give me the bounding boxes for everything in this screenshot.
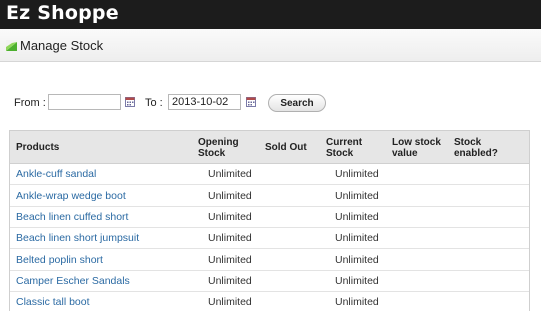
product-link[interactable]: Beach linen short jumpsuit — [16, 232, 139, 244]
product-link[interactable]: Classic tall boot — [16, 296, 90, 308]
table-row: Camper Escher Sandals Unlimited Unlimite… — [10, 270, 529, 292]
table-row: Classic tall boot Unlimited Unlimited — [10, 291, 529, 311]
col-enabled-line2: enabled? — [454, 148, 498, 159]
col-opening-line2: Stock — [198, 148, 226, 159]
current-stock-value: Unlimited — [335, 211, 379, 223]
table-row: Belted poplin short Unlimited Unlimited — [10, 249, 529, 271]
current-stock-value: Unlimited — [335, 190, 379, 202]
page-header: Manage Stock — [0, 29, 541, 62]
from-label: From : — [14, 97, 46, 109]
top-bar: Ez Shoppe — [0, 0, 541, 29]
table-row: Beach linen cuffed short Unlimited Unlim… — [10, 206, 529, 228]
product-link[interactable]: Beach linen cuffed short — [16, 211, 128, 223]
opening-stock-value: Unlimited — [208, 254, 252, 266]
col-low-line2: value — [392, 148, 418, 159]
opening-stock-value: Unlimited — [208, 190, 252, 202]
from-date-input[interactable] — [48, 94, 121, 110]
current-stock-value: Unlimited — [335, 275, 379, 287]
col-opening-line1: Opening — [198, 137, 239, 148]
current-stock-value: Unlimited — [335, 254, 379, 266]
opening-stock-value: Unlimited — [208, 296, 252, 308]
search-button[interactable]: Search — [268, 94, 326, 112]
col-stock-enabled: Stock enabled? — [454, 137, 498, 159]
col-low-line1: Low stock — [392, 137, 441, 148]
calendar-icon[interactable] — [125, 97, 135, 107]
current-stock-value: Unlimited — [335, 168, 379, 180]
col-current-line2: Stock — [326, 148, 354, 159]
product-link[interactable]: Camper Escher Sandals — [16, 275, 130, 287]
page-title: Manage Stock — [20, 38, 104, 53]
table-header: Products Opening Stock Sold Out Current … — [10, 131, 529, 164]
col-opening-stock: Opening Stock — [198, 137, 239, 159]
app-brand: Ez Shoppe — [6, 2, 119, 24]
col-low-stock-value: Low stock value — [392, 137, 441, 159]
stock-table: Products Opening Stock Sold Out Current … — [9, 130, 530, 311]
date-filter-form: From : To : Search — [14, 94, 534, 114]
product-link[interactable]: Ankle-cuff sandal — [16, 168, 96, 180]
product-link[interactable]: Ankle-wrap wedge boot — [16, 190, 126, 202]
col-current-stock: Current Stock — [326, 137, 362, 159]
col-sold-out: Sold Out — [265, 142, 307, 153]
product-link[interactable]: Belted poplin short — [16, 254, 103, 266]
col-enabled-line1: Stock — [454, 137, 482, 148]
col-products: Products — [16, 142, 60, 153]
col-current-line1: Current — [326, 137, 363, 148]
current-stock-value: Unlimited — [335, 296, 379, 308]
bar-chart-icon — [6, 40, 17, 51]
table-row: Ankle-cuff sandal Unlimited Unlimited — [10, 163, 529, 185]
to-date-input[interactable] — [168, 94, 241, 110]
opening-stock-value: Unlimited — [208, 211, 252, 223]
to-label: To : — [145, 97, 163, 109]
calendar-icon[interactable] — [246, 97, 256, 107]
opening-stock-value: Unlimited — [208, 275, 252, 287]
opening-stock-value: Unlimited — [208, 168, 252, 180]
current-stock-value: Unlimited — [335, 232, 379, 244]
opening-stock-value: Unlimited — [208, 232, 252, 244]
table-row: Ankle-wrap wedge boot Unlimited Unlimite… — [10, 185, 529, 207]
table-row: Beach linen short jumpsuit Unlimited Unl… — [10, 227, 529, 249]
